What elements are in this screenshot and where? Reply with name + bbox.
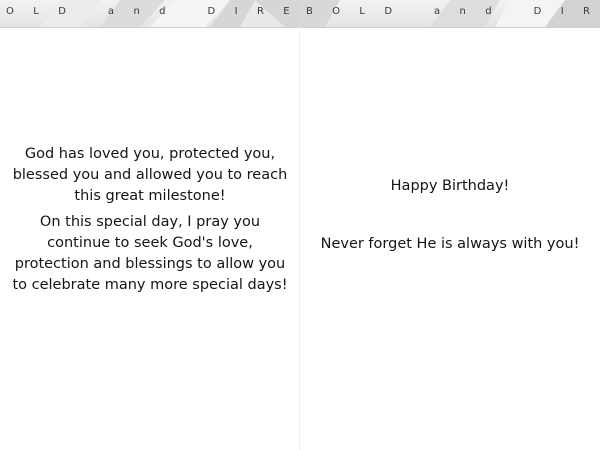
header-banner-right: BOLD and DIREC bbox=[300, 0, 600, 28]
prayer-paragraph: On this special day, I pray you continue… bbox=[12, 214, 288, 293]
card-spread: OLD and DIRECTB BOLD and DIREC God has l… bbox=[0, 0, 600, 450]
header-banner-left: OLD and DIRECTB bbox=[0, 0, 300, 28]
banner-text-left: OLD and DIRECTB bbox=[6, 6, 300, 17]
birthday-greeting: Happy Birthday! bbox=[390, 178, 510, 194]
blessing-paragraph: God has loved you, protected you, blesse… bbox=[12, 146, 288, 204]
closing-message: Never forget He is always with you! bbox=[320, 236, 580, 252]
right-inside-panel: Happy Birthday! Never forget He is alway… bbox=[300, 27, 600, 450]
left-inside-panel: God has loved you, protected you, blesse… bbox=[0, 27, 300, 450]
banner-text-right: BOLD and DIREC bbox=[306, 6, 600, 17]
